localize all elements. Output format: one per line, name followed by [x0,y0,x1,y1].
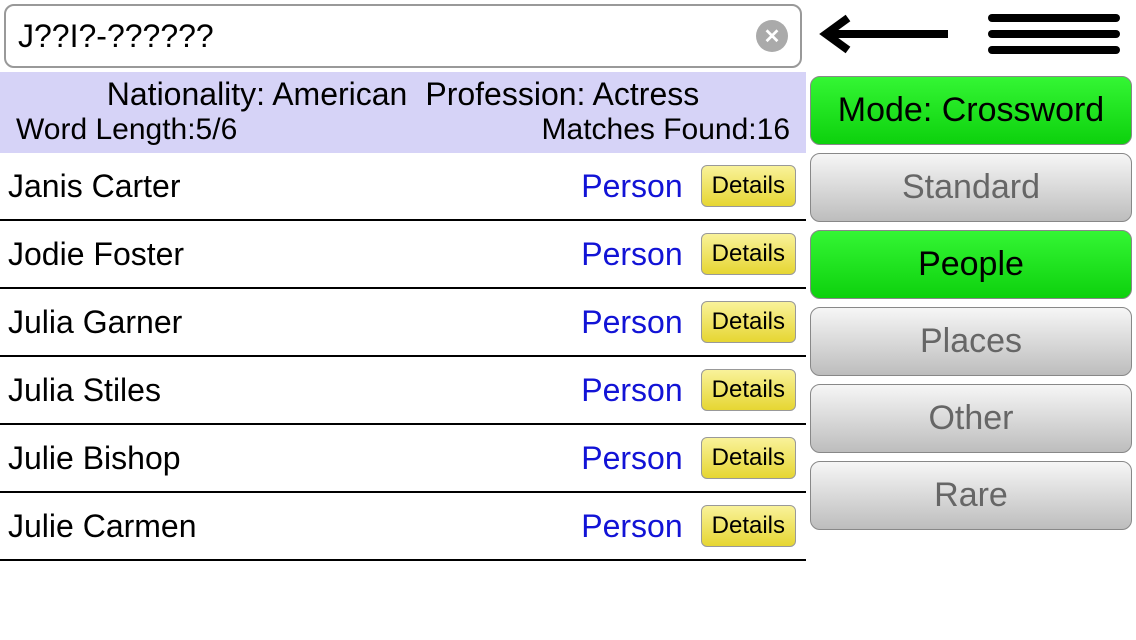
result-name: Julie Bishop [8,440,571,477]
result-name: Julia Garner [8,304,571,341]
profession-filter: Profession: Actress [425,76,699,113]
search-input[interactable] [18,18,756,55]
clear-search-icon[interactable]: ✕ [756,20,788,52]
details-button[interactable]: Details [701,233,796,275]
word-length-label: Word Length:5/6 [16,113,237,147]
list-item[interactable]: Julie Carmen Person Details [0,493,806,561]
people-button[interactable]: People [810,230,1132,299]
result-name: Julie Carmen [8,508,571,545]
matches-found-label: Matches Found:16 [542,113,790,147]
result-name: Jodie Foster [8,236,571,273]
places-button[interactable]: Places [810,307,1132,376]
result-name: Julia Stiles [8,372,571,409]
list-item[interactable]: Julia Garner Person Details [0,289,806,357]
nationality-filter: Nationality: American [107,76,408,113]
list-item[interactable]: Janis Carter Person Details [0,153,806,221]
result-type: Person [581,236,682,273]
menu-icon[interactable] [984,10,1124,63]
list-item[interactable]: Julia Stiles Person Details [0,357,806,425]
rare-button[interactable]: Rare [810,461,1132,530]
details-button[interactable]: Details [701,437,796,479]
filters-panel: Nationality: American Profession: Actres… [0,72,806,153]
search-box[interactable]: ✕ [4,4,802,68]
back-arrow-icon[interactable] [818,14,958,59]
details-button[interactable]: Details [701,165,796,207]
details-button[interactable]: Details [701,301,796,343]
result-name: Janis Carter [8,168,571,205]
list-item[interactable]: Jodie Foster Person Details [0,221,806,289]
result-type: Person [581,508,682,545]
other-button[interactable]: Other [810,384,1132,453]
list-item[interactable]: Julie Bishop Person Details [0,425,806,493]
details-button[interactable]: Details [701,369,796,411]
results-list: Janis Carter Person Details Jodie Foster… [0,153,806,640]
mode-button[interactable]: Mode: Crossword [810,76,1132,145]
result-type: Person [581,168,682,205]
details-button[interactable]: Details [701,505,796,547]
result-type: Person [581,440,682,477]
result-type: Person [581,372,682,409]
standard-button[interactable]: Standard [810,153,1132,222]
result-type: Person [581,304,682,341]
